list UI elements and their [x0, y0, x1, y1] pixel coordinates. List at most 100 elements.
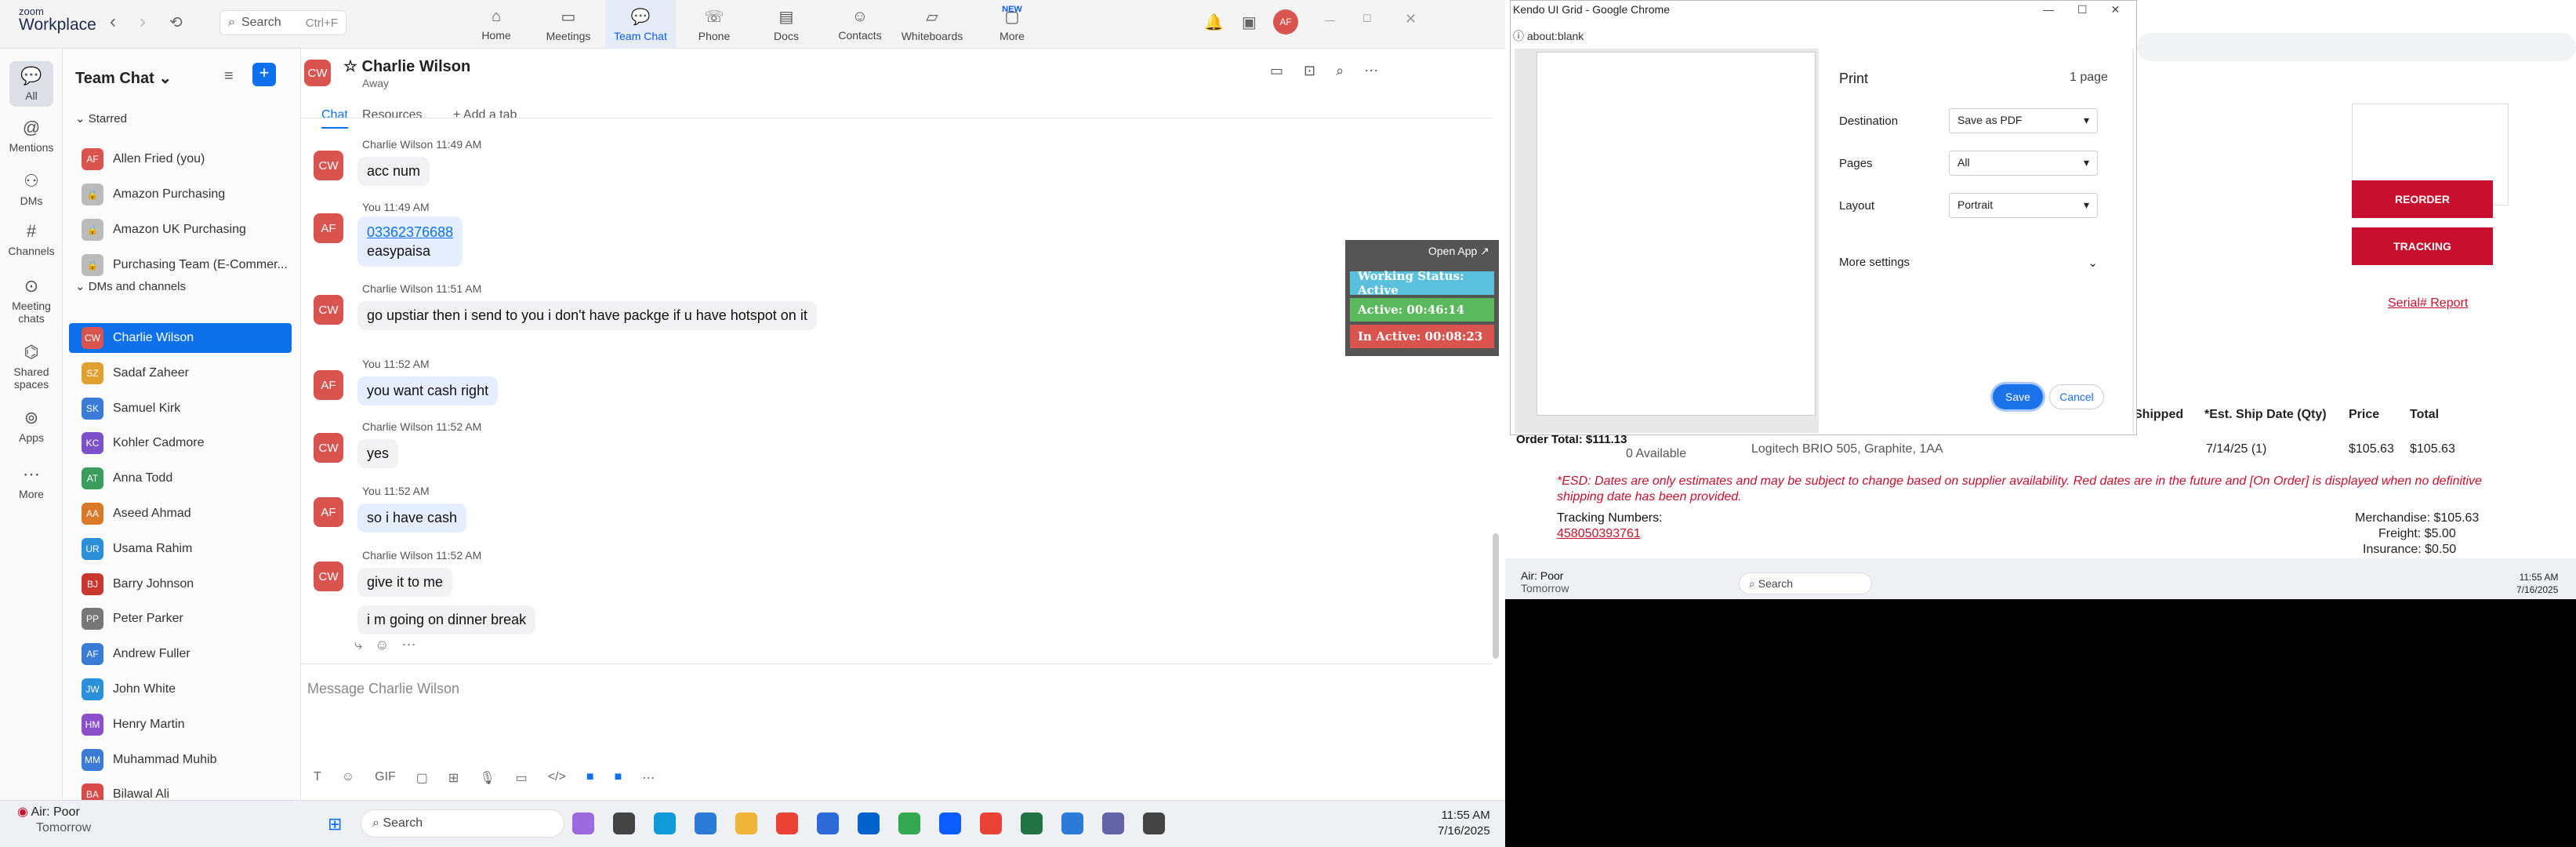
- tab-add-a-tab[interactable]: + Add a tab: [453, 108, 517, 122]
- clock[interactable]: 11:55 AM 7/16/2025: [1438, 808, 1490, 839]
- search-input[interactable]: ⌕ Search Ctrl+F: [220, 10, 346, 35]
- taskbar-app-icon[interactable]: [898, 812, 920, 834]
- chat-title[interactable]: ☆ Charlie Wilson: [343, 56, 470, 76]
- chrome-url[interactable]: ⓘ about:blank: [1513, 28, 1584, 44]
- scrollbar[interactable]: [1493, 533, 1499, 659]
- reaction-bar[interactable]: ⤷ ☺ ⋯: [354, 637, 415, 653]
- tab-contacts[interactable]: ☺ Contacts: [825, 0, 895, 49]
- layout-select[interactable]: Portrait ▾: [1949, 193, 2098, 218]
- taskbar-app-icon[interactable]: [1021, 812, 1043, 834]
- minimize-button[interactable]: —: [1325, 14, 1335, 26]
- list-item[interactable]: AF Allen Fried (you): [69, 144, 292, 174]
- screen-share-icon[interactable]: ⊡: [1304, 63, 1315, 79]
- tab-resources[interactable]: Resources: [362, 108, 422, 122]
- history-icon[interactable]: ⟲: [169, 13, 183, 32]
- tab-meetings[interactable]: ▭ Meetings: [533, 0, 604, 49]
- taskbar-app-icon[interactable]: [980, 812, 1002, 834]
- tab-home[interactable]: ⌂ Home: [461, 0, 532, 49]
- tab-docs[interactable]: ▤ Docs: [751, 0, 822, 49]
- list-item[interactable]: CW Charlie Wilson: [69, 323, 292, 353]
- column-header[interactable]: Total: [2410, 408, 2439, 422]
- tab-whiteboards[interactable]: ▱ Whiteboards: [897, 0, 967, 49]
- list-item[interactable]: PP Peter Parker: [69, 604, 292, 634]
- taskbar-search-2[interactable]: ⌕ Search: [1739, 573, 1872, 594]
- rail-apps[interactable]: ⊚ Apps: [0, 408, 63, 444]
- reorder-button[interactable]: REORDER: [2352, 180, 2493, 218]
- save-button[interactable]: Save: [1993, 384, 2043, 409]
- tab-more[interactable]: ▢ More NEW: [977, 0, 1047, 49]
- column-header[interactable]: Shipped: [2134, 408, 2183, 422]
- taskbar-app-icon[interactable]: [613, 812, 635, 834]
- list-item[interactable]: MM Muhammad Muhib: [69, 745, 292, 775]
- taskbar-app-icon[interactable]: [1143, 812, 1165, 834]
- tab-phone[interactable]: ☏ Phone: [679, 0, 749, 49]
- tab-team-chat[interactable]: 💬 Team Chat: [605, 0, 676, 49]
- taskbar-app-icon[interactable]: [695, 812, 717, 834]
- apps-icon[interactable]: ▣: [1242, 13, 1257, 32]
- clock-2[interactable]: 11:55 AM 7/16/2025: [2516, 571, 2558, 596]
- taskbar-app-icon[interactable]: [654, 812, 676, 834]
- avatar[interactable]: AF: [1273, 9, 1298, 35]
- list-item[interactable]: BJ Barry Johnson: [69, 569, 292, 599]
- taskbar-app-icon[interactable]: [776, 812, 798, 834]
- tab-chat[interactable]: Chat: [321, 108, 348, 129]
- list-item[interactable]: SZ Sadaf Zaheer: [69, 358, 292, 388]
- filter-icon[interactable]: ≡: [224, 67, 234, 85]
- rail-mentions[interactable]: @ Mentions: [0, 118, 63, 154]
- taskbar-app-icon[interactable]: [572, 812, 594, 834]
- list-item[interactable]: AF Andrew Fuller: [69, 639, 292, 669]
- list-item[interactable]: UR Usama Rahim: [69, 534, 292, 564]
- dms-section[interactable]: ⌄ DMs and channels: [75, 279, 186, 293]
- search-icon[interactable]: ⌕: [1336, 63, 1344, 79]
- rail-dms[interactable]: ⚇ DMs: [0, 171, 63, 207]
- composer-toolbar[interactable]: T ☺ GIF ▢ ⊞ 🎙 ▭ </> ■ ■ ⋯: [314, 770, 655, 786]
- pages-select[interactable]: All ▾: [1949, 151, 2098, 176]
- more-settings[interactable]: More settings ⌄: [1839, 256, 2098, 270]
- list-item[interactable]: 🔒 Amazon UK Purchasing: [69, 215, 292, 245]
- column-header[interactable]: *Est. Ship Date (Qty): [2204, 408, 2327, 422]
- taskbar-app-icon[interactable]: [858, 812, 880, 834]
- tracking-button[interactable]: TRACKING: [2352, 227, 2493, 265]
- starred-section[interactable]: ⌄ Starred: [75, 111, 127, 125]
- rail-shared-spaces[interactable]: ⌬ Shared spaces: [0, 342, 63, 391]
- taskbar-app-icon[interactable]: [735, 812, 757, 834]
- start-icon[interactable]: ⊞: [328, 814, 342, 834]
- list-item[interactable]: SK Samuel Kirk: [69, 394, 292, 424]
- more-icon[interactable]: ⋯: [1364, 63, 1378, 79]
- taskbar-app-icon[interactable]: [817, 812, 839, 834]
- taskbar-app-icon[interactable]: [1061, 812, 1083, 834]
- rail-channels[interactable]: # Channels: [0, 221, 63, 257]
- list-item[interactable]: JW John White: [69, 674, 292, 704]
- destination-select[interactable]: Save as PDF ▾: [1949, 108, 2098, 133]
- maximize-button[interactable]: ☐: [1362, 13, 1372, 25]
- list-item[interactable]: AT Anna Todd: [69, 463, 292, 493]
- new-chat-button[interactable]: +: [252, 63, 276, 86]
- list-item[interactable]: HM Henry Martin: [69, 710, 292, 740]
- taskbar-search[interactable]: ⌕ Search: [361, 809, 564, 838]
- bell-icon[interactable]: 🔔: [1204, 13, 1224, 32]
- taskbar-app-icon[interactable]: [1102, 812, 1124, 834]
- window-controls[interactable]: — ☐ ✕: [2043, 3, 2120, 16]
- rail-meeting-chats[interactable]: ⊙ Meeting chats: [0, 276, 63, 325]
- rail-more[interactable]: ⋯ More: [0, 464, 63, 500]
- phone-link[interactable]: 03362376688: [367, 223, 453, 242]
- list-item[interactable]: KC Kohler Cadmore: [69, 428, 292, 458]
- tracking-number[interactable]: 458050393761: [1557, 527, 1641, 541]
- taskbar-app-icon[interactable]: [939, 812, 961, 834]
- video-icon[interactable]: ▭: [1270, 63, 1283, 79]
- weather-widget[interactable]: ◉ Air: Poor Tomorrow: [17, 805, 91, 836]
- message-input[interactable]: Message Charlie Wilson: [307, 681, 459, 697]
- address-bar[interactable]: [2137, 33, 2576, 61]
- rail-all[interactable]: 💬 All: [0, 61, 63, 107]
- list-item[interactable]: 🔒 Purchasing Team (E-Commer...: [69, 250, 292, 280]
- forward-icon[interactable]: ›: [140, 11, 146, 33]
- column-header[interactable]: Price: [2349, 408, 2379, 422]
- serial-report-link[interactable]: Serial# Report: [2388, 296, 2468, 311]
- close-button[interactable]: ✕: [1405, 11, 1417, 27]
- list-item[interactable]: 🔒 Amazon Purchasing: [69, 180, 292, 209]
- open-app-link[interactable]: Open App ↗: [1428, 245, 1489, 258]
- weather-widget-2[interactable]: Air: Poor Tomorrow: [1521, 569, 1569, 594]
- cancel-button[interactable]: Cancel: [2049, 384, 2104, 409]
- list-item[interactable]: AA Aseed Ahmad: [69, 499, 292, 529]
- back-icon[interactable]: ‹: [110, 11, 116, 33]
